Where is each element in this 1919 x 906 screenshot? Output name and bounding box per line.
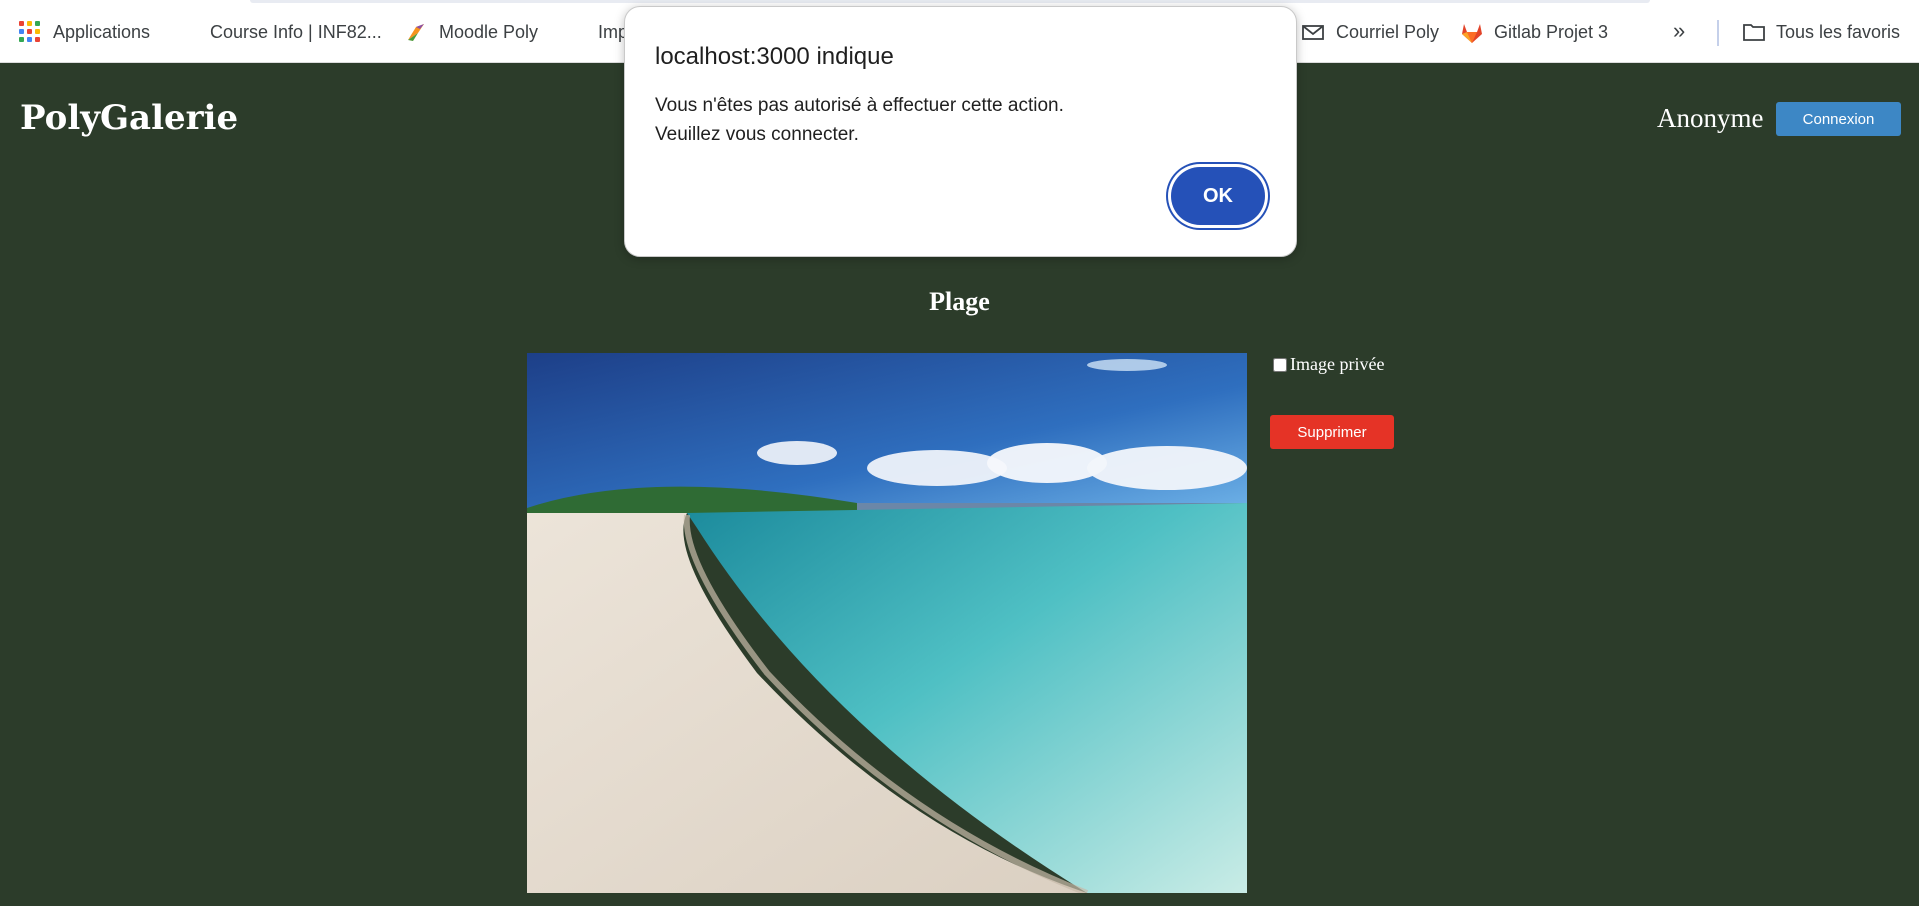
private-image-checkbox[interactable] bbox=[1273, 357, 1287, 372]
dialog-message: Vous n'êtes pas autorisé à effectuer cet… bbox=[655, 91, 1064, 149]
current-user-label: Anonyme bbox=[1657, 103, 1764, 133]
bookmarks-overflow-button[interactable]: » bbox=[1673, 18, 1685, 44]
delete-button[interactable]: Supprimer bbox=[1270, 415, 1394, 449]
beach-photo bbox=[527, 353, 1247, 893]
apps-grid-icon bbox=[19, 21, 41, 43]
private-image-label: Image privée bbox=[1290, 354, 1385, 374]
mail-icon bbox=[1302, 21, 1324, 43]
bookmark-label: Tous les favoris bbox=[1776, 21, 1901, 42]
image-title: Plage bbox=[929, 287, 990, 316]
moodle-icon bbox=[405, 21, 427, 43]
bookmark-course-info[interactable]: Course Info | INF82... bbox=[176, 18, 382, 46]
ok-button[interactable]: OK bbox=[1171, 167, 1265, 225]
bookmark-moodle-poly[interactable]: Moodle Poly bbox=[405, 18, 538, 46]
bookmark-imp[interactable]: Imp bbox=[564, 18, 628, 46]
private-image-option: Image privée bbox=[1273, 354, 1384, 375]
bookmarks-divider bbox=[1717, 20, 1719, 46]
folder-icon bbox=[1742, 21, 1765, 43]
bookmark-label: Course Info | INF82... bbox=[210, 21, 382, 42]
all-bookmarks-folder[interactable]: Tous les favoris bbox=[1742, 18, 1900, 46]
alert-dialog: localhost:3000 indique Vous n'êtes pas a… bbox=[624, 6, 1297, 257]
bookmark-label: Moodle Poly bbox=[439, 21, 539, 42]
gitlab-icon bbox=[1460, 21, 1482, 43]
dialog-message-line: Vous n'êtes pas autorisé à effectuer cet… bbox=[655, 95, 1064, 116]
site-logo[interactable]: PolyGalerie bbox=[20, 98, 238, 138]
address-bar-edge bbox=[250, 0, 1650, 3]
globe-icon bbox=[564, 21, 586, 43]
bookmark-label: Gitlab Projet 3 bbox=[1494, 21, 1609, 42]
bookmark-applications[interactable]: Applications bbox=[19, 18, 150, 46]
bookmark-label: Courriel Poly bbox=[1336, 21, 1440, 42]
login-button[interactable]: Connexion bbox=[1776, 102, 1901, 136]
dialog-message-line: Veuillez vous connecter. bbox=[655, 124, 859, 145]
bookmark-gitlab-projet-3[interactable]: Gitlab Projet 3 bbox=[1460, 18, 1608, 46]
bookmark-label: Applications bbox=[53, 21, 151, 42]
dialog-title: localhost:3000 indique bbox=[655, 43, 894, 70]
globe-icon bbox=[176, 21, 198, 43]
bookmark-courriel-poly[interactable]: Courriel Poly bbox=[1302, 18, 1439, 46]
